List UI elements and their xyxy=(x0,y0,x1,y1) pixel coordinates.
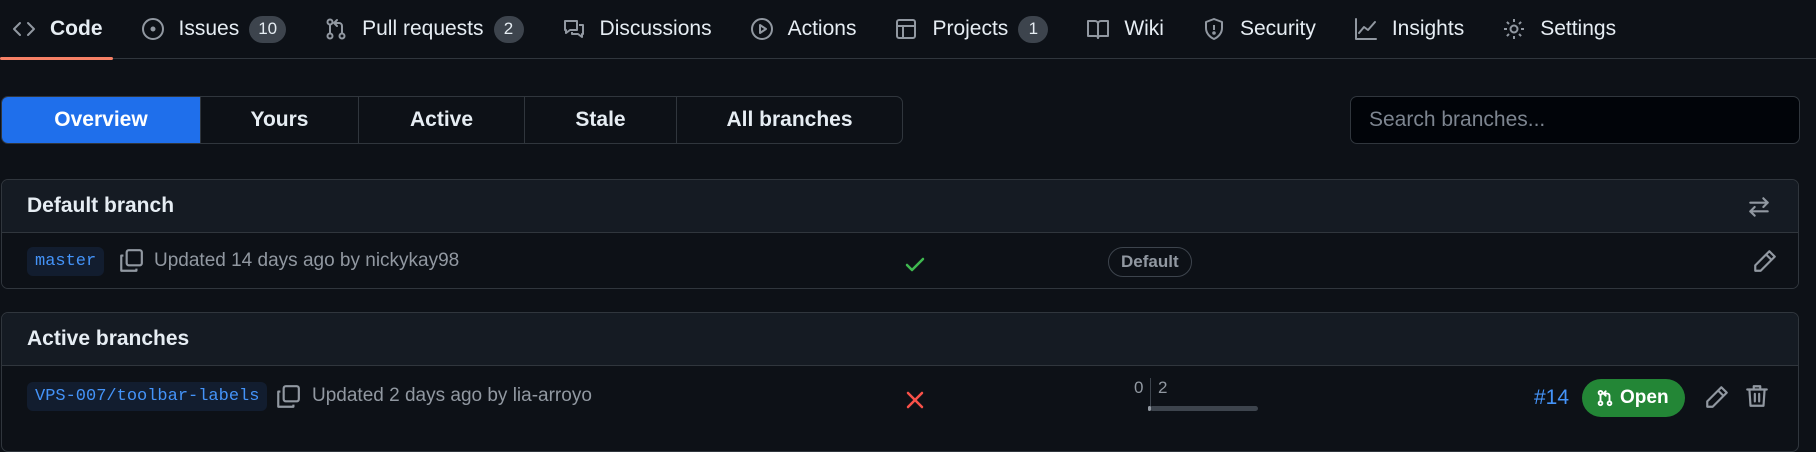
book-icon xyxy=(1086,17,1110,41)
filter-tab-overview[interactable]: Overview xyxy=(2,97,201,143)
filter-tab-active[interactable]: Active xyxy=(359,97,525,143)
branch-updated-text: Updated 14 days ago by nickykay98 xyxy=(154,250,460,271)
tab-code-label: Code xyxy=(50,17,103,40)
trash-icon[interactable] xyxy=(1744,383,1770,409)
tab-wiki[interactable]: Wiki xyxy=(1086,0,1182,59)
commits-ahead-count: 2 xyxy=(1158,378,1168,397)
git-pull-request-icon xyxy=(324,17,348,41)
filter-tab-yours[interactable]: Yours xyxy=(201,97,359,143)
check-failure-icon[interactable] xyxy=(903,388,927,412)
pull-requests-counter: 2 xyxy=(493,15,524,43)
pencil-icon[interactable] xyxy=(1752,248,1778,274)
arrow-switch-icon[interactable] xyxy=(1746,194,1772,220)
comment-discussion-icon xyxy=(562,17,586,41)
branch-name-link[interactable]: master xyxy=(27,247,105,276)
ahead-behind-divider xyxy=(1150,378,1151,409)
tab-security[interactable]: Security xyxy=(1202,0,1334,59)
issues-counter: 10 xyxy=(249,15,287,43)
tab-issues[interactable]: Issues 10 xyxy=(141,0,305,59)
play-icon xyxy=(750,17,774,41)
commits-behind-count: 0 xyxy=(1134,378,1144,397)
copy-icon[interactable] xyxy=(118,248,144,274)
git-pull-request-icon xyxy=(1597,389,1613,407)
tab-issues-label: Issues xyxy=(178,17,240,40)
pencil-icon[interactable] xyxy=(1704,384,1730,410)
default-branch-header: Default branch xyxy=(2,180,1798,233)
active-branches-box: Active branches VPS-007/toolbar-labels U… xyxy=(1,312,1799,452)
branch-row-active: VPS-007/toolbar-labels Updated 2 days ag… xyxy=(2,366,1798,426)
default-label: Default xyxy=(1108,247,1192,277)
default-branch-title: Default branch xyxy=(27,194,175,217)
tab-pull-requests-label: Pull requests xyxy=(362,17,484,40)
tab-security-label: Security xyxy=(1239,17,1316,40)
branch-filter-tabs: Overview Yours Active Stale All branches xyxy=(1,96,903,144)
tab-discussions-label: Discussions xyxy=(599,17,712,40)
branch-name-link[interactable]: VPS-007/toolbar-labels xyxy=(27,382,268,411)
commits-ahead-bar xyxy=(1150,406,1258,411)
projects-counter: 1 xyxy=(1018,15,1049,43)
tab-insights-label: Insights xyxy=(1391,17,1465,40)
pull-request-link[interactable]: #14 xyxy=(1534,386,1569,410)
commits-behind-bar xyxy=(1148,406,1151,411)
default-branch-box: Default branch master Updated 14 days ag… xyxy=(1,179,1799,289)
tab-actions[interactable]: Actions xyxy=(750,0,875,59)
graph-icon xyxy=(1354,17,1378,41)
tab-wiki-label: Wiki xyxy=(1124,17,1164,40)
active-branches-header: Active branches xyxy=(2,313,1798,366)
pr-open-badge[interactable]: Open xyxy=(1582,379,1685,417)
tab-pull-requests[interactable]: Pull requests 2 xyxy=(324,0,541,59)
pr-state-label: Open xyxy=(1620,387,1669,408)
table-icon xyxy=(894,17,918,41)
tab-code[interactable]: Code xyxy=(0,0,121,60)
repo-nav: Code Issues 10 Pull requests 2 Discussio… xyxy=(0,0,1816,60)
code-icon xyxy=(12,17,36,41)
tab-settings[interactable]: Settings xyxy=(1502,0,1634,59)
issue-opened-icon xyxy=(141,17,165,41)
tab-discussions[interactable]: Discussions xyxy=(562,0,730,59)
tab-insights[interactable]: Insights xyxy=(1354,0,1482,59)
active-branches-title: Active branches xyxy=(27,327,190,350)
gear-icon xyxy=(1502,17,1526,41)
filter-tab-stale[interactable]: Stale xyxy=(525,97,677,143)
tab-projects[interactable]: Projects 1 xyxy=(894,0,1066,59)
tab-projects-label: Projects xyxy=(932,17,1009,40)
tab-actions-label: Actions xyxy=(787,17,857,40)
search-branches-input[interactable] xyxy=(1350,96,1800,144)
copy-icon[interactable] xyxy=(275,384,301,410)
check-success-icon[interactable] xyxy=(903,253,927,277)
filter-tab-all-branches[interactable]: All branches xyxy=(677,97,902,143)
branch-row-default: master Updated 14 days ago by nickykay98… xyxy=(2,233,1798,288)
tab-settings-label: Settings xyxy=(1540,17,1617,40)
branch-updated-text: Updated 2 days ago by lia-arroyo xyxy=(312,385,592,406)
shield-icon xyxy=(1202,17,1226,41)
